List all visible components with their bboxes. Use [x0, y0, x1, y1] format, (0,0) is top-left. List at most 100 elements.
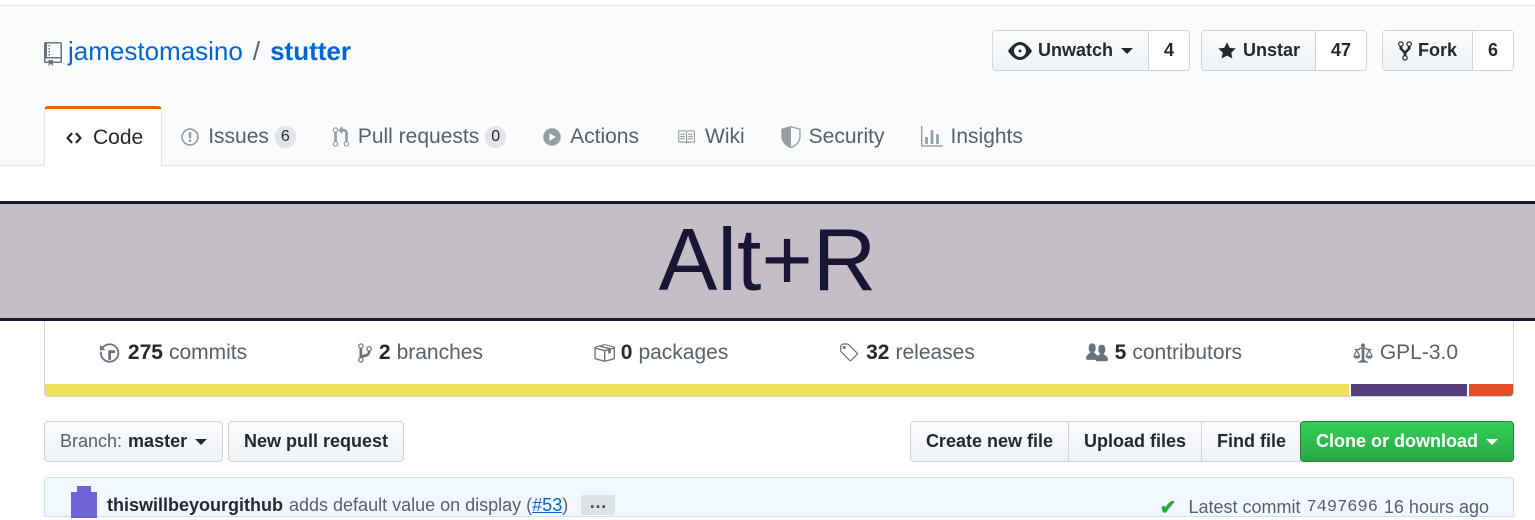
tab-wiki[interactable]: Wiki: [657, 108, 763, 166]
commit-pr-link[interactable]: #53: [532, 495, 562, 515]
tab-issues[interactable]: Issues 6: [162, 108, 314, 166]
packages-count: 0: [620, 341, 633, 364]
repo-icon: [44, 41, 62, 66]
repo-name-link[interactable]: stutter: [270, 36, 351, 67]
branch-prefix: Branch:: [60, 431, 123, 451]
repo-title: jamestomasino / stutter: [44, 36, 351, 67]
commit-time: 16 hours ago: [1383, 497, 1489, 517]
commit-message[interactable]: adds default value on display (#53): [289, 495, 568, 516]
play-icon: [543, 128, 561, 146]
releases-label: releases: [895, 341, 975, 364]
branch-name: master: [128, 431, 188, 451]
find-file-button[interactable]: Find file: [1202, 422, 1301, 461]
issues-counter: 6: [274, 126, 296, 148]
pull-requests-counter: 0: [485, 126, 507, 148]
banner-text: Alt+R: [658, 210, 877, 309]
tab-code[interactable]: Code: [44, 106, 163, 166]
repo-nav-tabs: Code Issues 6 Pull requests 0 Actions Wi…: [44, 106, 1041, 166]
star-icon: [1218, 41, 1236, 58]
watchers-count[interactable]: 4: [1149, 31, 1190, 70]
tab-security[interactable]: Security: [763, 108, 903, 166]
tab-actions-label: Actions: [570, 125, 639, 148]
commit-sha-link[interactable]: 7497696: [1306, 498, 1377, 517]
tab-issues-label: Issues: [208, 125, 269, 148]
unwatch-label: Unwatch: [1038, 40, 1114, 60]
commits-link[interactable]: 275 commits: [99, 341, 248, 365]
releases-count: 32: [866, 341, 890, 364]
fork-icon: [1398, 40, 1412, 61]
repo-owner-link[interactable]: jamestomasino: [68, 36, 243, 67]
code-icon: [66, 131, 82, 144]
repo-separator: /: [252, 36, 261, 66]
unwatch-button[interactable]: Unwatch: [993, 31, 1150, 70]
commits-label: commits: [168, 341, 248, 364]
shield-icon: [781, 126, 801, 148]
package-icon: [594, 344, 615, 362]
fork-group: Fork 6: [1382, 30, 1515, 71]
commit-message-end: ): [562, 495, 569, 515]
tab-actions[interactable]: Actions: [524, 108, 657, 166]
law-icon: [1353, 343, 1373, 363]
tab-insights-label: Insights: [950, 125, 1023, 148]
tab-pull-requests[interactable]: Pull requests 0: [314, 108, 524, 166]
watch-group: Unwatch 4: [992, 30, 1191, 71]
commit-expand-button[interactable]: …: [581, 493, 615, 515]
file-actions-group: Create new file Upload files Find file: [909, 421, 1302, 462]
chevron-down-icon: [1486, 438, 1498, 445]
check-icon[interactable]: ✔: [1160, 495, 1177, 520]
chevron-down-icon: [195, 438, 208, 445]
language-segment: [1351, 384, 1468, 396]
history-icon: [99, 343, 120, 363]
packages-link[interactable]: 0 packages: [593, 341, 729, 365]
forks-count[interactable]: 6: [1473, 31, 1514, 70]
extension-overlay-banner: Alt+R: [0, 201, 1535, 321]
upload-files-button[interactable]: Upload files: [1068, 422, 1202, 461]
issue-icon: [181, 128, 199, 146]
people-icon: [1085, 343, 1108, 362]
star-group: Unstar 47: [1201, 30, 1368, 71]
fork-label: Fork: [1418, 40, 1458, 60]
unstar-label: Unstar: [1243, 40, 1301, 60]
avatar[interactable]: [71, 486, 97, 518]
fork-button[interactable]: Fork: [1383, 31, 1474, 70]
commit-author-link[interactable]: thiswillbeyourgithub: [107, 495, 283, 516]
tab-security-label: Security: [808, 125, 885, 148]
contributors-label: contributors: [1132, 341, 1243, 364]
latest-commit-bar: thiswillbeyourgithub adds default value …: [44, 477, 1514, 520]
language-segment: [45, 384, 1350, 396]
contributors-count: 5: [1114, 341, 1127, 364]
branch-icon: [358, 343, 372, 363]
latest-commit-label: Latest commit: [1188, 497, 1301, 517]
contributors-link[interactable]: 5 contributors: [1085, 341, 1242, 365]
branches-link[interactable]: 2 branches: [357, 341, 483, 365]
clone-label: Clone or download: [1316, 431, 1478, 451]
branch-select-button[interactable]: Branch: master: [44, 421, 224, 462]
create-new-file-button[interactable]: Create new file: [910, 422, 1069, 461]
unstar-button[interactable]: Unstar: [1202, 31, 1317, 70]
graph-icon: [920, 126, 943, 147]
clone-or-download-button[interactable]: Clone or download: [1300, 421, 1514, 462]
branches-label: branches: [396, 341, 483, 364]
chevron-down-icon: [1121, 47, 1134, 54]
repo-summary: 275 commits 2 branches 0 packages 32 rel…: [44, 321, 1514, 397]
commits-count: 275: [127, 341, 163, 364]
releases-link[interactable]: 32 releases: [838, 341, 975, 365]
book-icon: [678, 130, 695, 144]
language-bar[interactable]: [45, 384, 1513, 396]
new-pull-request-button[interactable]: New pull request: [228, 421, 405, 462]
packages-label: packages: [638, 341, 729, 364]
license-label: GPL-3.0: [1379, 341, 1459, 364]
tab-wiki-label: Wiki: [705, 125, 745, 148]
eye-icon: [1008, 41, 1032, 60]
tab-code-label: Code: [93, 125, 144, 149]
branches-count: 2: [378, 341, 391, 364]
stargazers-count[interactable]: 47: [1316, 31, 1367, 70]
tag-icon: [840, 343, 859, 362]
license-link[interactable]: GPL-3.0: [1352, 341, 1458, 365]
language-segment: [1469, 384, 1513, 396]
latest-commit-info: ✔ Latest commit 7497696 16 hours ago: [1160, 495, 1489, 520]
commit-message-text: adds default value on display (: [289, 495, 533, 515]
tab-insights[interactable]: Insights: [903, 108, 1041, 166]
repo-header: jamestomasino / stutter Unwatch 4 Unstar…: [0, 6, 1535, 166]
pull-request-icon: [332, 126, 350, 147]
